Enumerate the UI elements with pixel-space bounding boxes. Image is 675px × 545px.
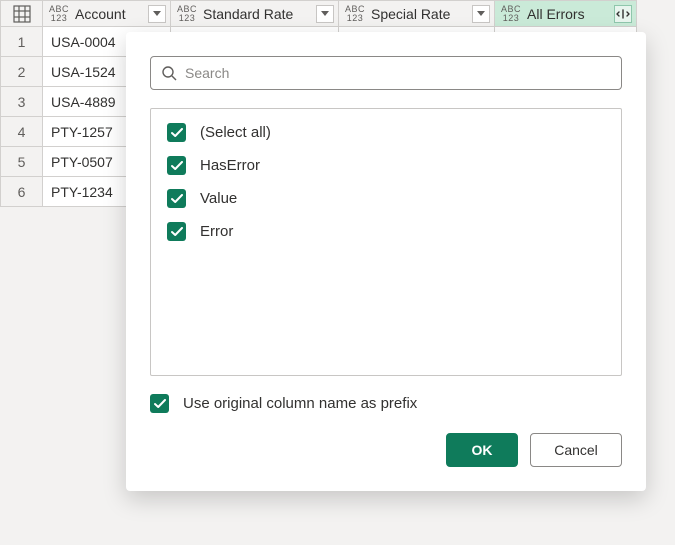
row-number: 5	[1, 147, 43, 177]
filter-button-special-rate[interactable]	[472, 5, 490, 23]
row-number: 6	[1, 177, 43, 207]
checkbox-checked-icon	[167, 189, 186, 208]
row-number: 4	[1, 117, 43, 147]
option-error[interactable]: Error	[167, 222, 605, 241]
option-label: (Select all)	[200, 124, 271, 141]
options-list-pane: (Select all) HasError Value Error	[150, 108, 622, 376]
column-header-special-rate[interactable]: ABC123 Special Rate	[339, 1, 494, 26]
option-label: Value	[200, 190, 237, 207]
ok-button[interactable]: OK	[446, 433, 518, 467]
search-icon	[161, 65, 177, 81]
column-label: Special Rate	[371, 6, 472, 22]
chevron-down-icon	[321, 11, 329, 16]
expand-icon	[616, 8, 630, 20]
option-has-error[interactable]: HasError	[167, 156, 605, 175]
row-number: 3	[1, 87, 43, 117]
filter-button-standard-rate[interactable]	[316, 5, 334, 23]
expand-button-all-errors[interactable]	[614, 5, 632, 23]
row-number: 2	[1, 57, 43, 87]
any-type-icon: ABC123	[177, 5, 197, 23]
table-icon	[13, 5, 31, 23]
column-label: All Errors	[527, 6, 614, 22]
cancel-button[interactable]: Cancel	[530, 433, 622, 467]
chevron-down-icon	[153, 11, 161, 16]
chevron-down-icon	[477, 11, 485, 16]
option-select-all[interactable]: (Select all)	[167, 123, 605, 142]
column-header-all-errors[interactable]: ABC123 All Errors	[495, 1, 636, 26]
option-value[interactable]: Value	[167, 189, 605, 208]
checkbox-checked-icon	[167, 123, 186, 142]
checkbox-checked-icon	[167, 222, 186, 241]
search-input-wrapper[interactable]	[150, 56, 622, 90]
any-type-icon: ABC123	[345, 5, 365, 23]
select-all-cell[interactable]	[1, 1, 43, 27]
option-label: Error	[200, 223, 233, 240]
column-label: Standard Rate	[203, 6, 316, 22]
option-label: HasError	[200, 157, 260, 174]
checkbox-checked-icon	[150, 394, 169, 413]
any-type-icon: ABC123	[501, 5, 521, 23]
use-prefix-checkbox[interactable]: Use original column name as prefix	[150, 394, 622, 413]
use-prefix-label: Use original column name as prefix	[183, 395, 417, 412]
column-header-account[interactable]: ABC123 Account	[43, 1, 170, 26]
column-header-standard-rate[interactable]: ABC123 Standard Rate	[171, 1, 338, 26]
any-type-icon: ABC123	[49, 5, 69, 23]
expand-column-popup: (Select all) HasError Value Error Use or…	[126, 32, 646, 491]
column-label: Account	[75, 6, 148, 22]
search-input[interactable]	[185, 65, 611, 81]
checkbox-checked-icon	[167, 156, 186, 175]
dialog-buttons: OK Cancel	[150, 433, 622, 467]
row-number: 1	[1, 27, 43, 57]
filter-button-account[interactable]	[148, 5, 166, 23]
